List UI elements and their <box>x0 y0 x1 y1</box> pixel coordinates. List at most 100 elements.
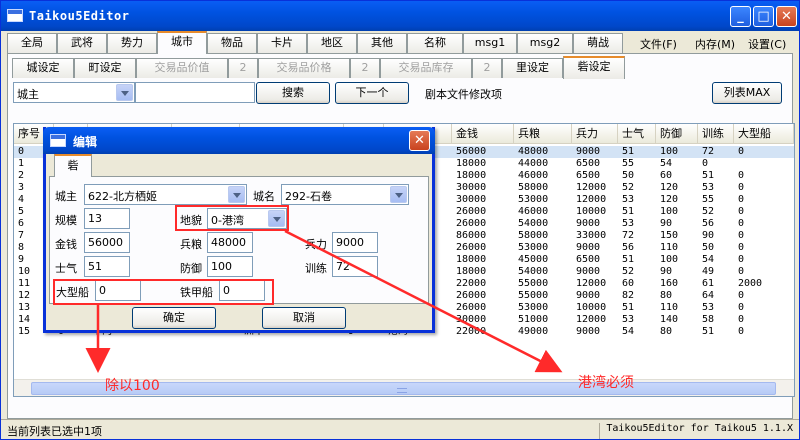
table-cell: 10000 <box>576 302 607 313</box>
table-cell: 51 <box>702 170 715 181</box>
sub-tab[interactable]: 城设定 <box>12 58 74 78</box>
column-header[interactable]: 训练 <box>698 124 734 144</box>
list-max-button[interactable]: 列表MAX <box>712 82 782 104</box>
table-cell: 54000 <box>518 218 549 229</box>
table-cell: 52 <box>622 266 635 277</box>
table-cell: 9000 <box>576 218 601 229</box>
table-cell: 22000 <box>456 278 487 289</box>
lord-select[interactable]: 622-北方栖姬 <box>84 184 247 205</box>
status-selection: 当前列表已选中1项 <box>7 425 102 438</box>
troops-input[interactable]: 9000 <box>332 232 378 253</box>
main-tab[interactable]: 地区 <box>307 33 357 53</box>
table-cell: 53000 <box>518 302 549 313</box>
sub-tab[interactable]: 交易品价值 <box>136 58 228 78</box>
table-cell: 30000 <box>456 182 487 193</box>
city-name-select[interactable]: 292-石卷 <box>281 184 409 205</box>
table-cell: 6500 <box>576 170 601 181</box>
money-input[interactable]: 56000 <box>84 232 130 253</box>
table-cell: 58 <box>702 314 715 325</box>
table-cell: 9000 <box>576 146 601 157</box>
table-cell: 26000 <box>456 242 487 253</box>
table-cell: 51000 <box>518 314 549 325</box>
table-cell: 60 <box>622 278 635 289</box>
training-input[interactable]: 72 <box>332 256 378 277</box>
chevron-down-icon[interactable] <box>116 84 133 101</box>
menu-memory[interactable]: 内存(M) <box>695 36 735 52</box>
sub-tab[interactable]: 里设定 <box>502 58 563 78</box>
sub-tab[interactable]: 2 <box>472 58 502 78</box>
table-cell: 53000 <box>518 242 549 253</box>
main-tab[interactable]: 全局 <box>7 33 57 53</box>
search-button[interactable]: 搜索 <box>256 82 330 104</box>
table-cell: 55 <box>702 194 715 205</box>
table-cell: 53 <box>702 182 715 193</box>
table-cell: 49 <box>702 266 715 277</box>
column-header[interactable]: 金钱 <box>452 124 514 144</box>
divide-note: 除以100 <box>105 378 160 394</box>
sub-tab[interactable]: 2 <box>228 58 258 78</box>
table-cell: 26000 <box>456 290 487 301</box>
next-button[interactable]: 下一个 <box>335 82 409 104</box>
table-cell: 9000 <box>576 266 601 277</box>
scale-input[interactable]: 13 <box>84 208 130 229</box>
table-cell: 53 <box>622 218 635 229</box>
menu-settings[interactable]: 设置(C) <box>748 36 786 52</box>
column-header[interactable]: 兵力 <box>572 124 618 144</box>
defense-input[interactable]: 100 <box>207 256 253 277</box>
table-cell: 90 <box>702 230 715 241</box>
table-cell: 18000 <box>456 254 487 265</box>
table-cell: 110 <box>660 242 679 253</box>
main-tab[interactable]: msg1 <box>463 33 517 53</box>
main-tab[interactable]: 城市 <box>157 31 207 54</box>
food-input[interactable]: 48000 <box>207 232 253 253</box>
table-cell: 140 <box>660 314 679 325</box>
minimize-button[interactable]: _ <box>730 6 751 27</box>
food-label: 兵粮 <box>180 238 202 251</box>
table-cell: 82 <box>622 290 635 301</box>
table-cell: 80 <box>660 290 673 301</box>
menu-file[interactable]: 文件(F) <box>640 36 677 52</box>
column-header[interactable]: 士气 <box>618 124 656 144</box>
table-cell: 56 <box>702 218 715 229</box>
sub-tab[interactable]: 町设定 <box>74 58 136 78</box>
table-cell: 33000 <box>576 230 607 241</box>
column-header[interactable]: 防御 <box>656 124 698 144</box>
search-input[interactable] <box>135 82 255 103</box>
sub-tab[interactable]: 交易品价格 <box>258 58 350 78</box>
dialog-tab-fort[interactable]: 砦 <box>54 154 92 177</box>
filter-field-select[interactable]: 城主 <box>13 82 135 103</box>
defense-label: 防御 <box>180 262 202 275</box>
table-cell: 51 <box>622 146 635 157</box>
main-tab[interactable]: 名称 <box>407 33 463 53</box>
main-tab[interactable]: 萌战 <box>573 33 623 53</box>
table-cell: 60 <box>660 170 673 181</box>
money-label: 金钱 <box>55 238 77 251</box>
ok-button[interactable]: 确定 <box>132 307 216 329</box>
chevron-down-icon[interactable] <box>390 186 407 203</box>
column-header[interactable]: 兵粮 <box>514 124 572 144</box>
sub-tab[interactable]: 交易品库存 <box>380 58 472 78</box>
table-cell: 55 <box>622 158 635 169</box>
title-bar[interactable]: Taikou5Editor _ □ ✕ <box>1 1 799 31</box>
sub-tab[interactable]: 2 <box>350 58 380 78</box>
main-tab[interactable]: msg2 <box>517 33 573 53</box>
table-cell: 53 <box>702 302 715 313</box>
dialog-title-bar[interactable]: 编辑 ✕ <box>43 127 435 154</box>
sub-tab[interactable]: 砦设定 <box>563 56 625 79</box>
maximize-button[interactable]: □ <box>753 6 774 27</box>
close-button[interactable]: ✕ <box>776 6 797 27</box>
main-tab[interactable]: 势力 <box>107 33 157 53</box>
table-cell: 18000 <box>456 266 487 277</box>
main-tab[interactable]: 其他 <box>357 33 407 53</box>
morale-input[interactable]: 51 <box>84 256 130 277</box>
main-tab[interactable]: 武将 <box>57 33 107 53</box>
cancel-button[interactable]: 取消 <box>262 307 346 329</box>
column-header[interactable]: 大型船 <box>734 124 794 144</box>
table-cell: 0 <box>738 254 745 265</box>
main-tab[interactable]: 物品 <box>207 33 257 53</box>
table-cell <box>734 158 794 170</box>
chevron-down-icon[interactable] <box>228 186 245 203</box>
dialog-close-icon[interactable]: ✕ <box>409 130 430 151</box>
main-tab[interactable]: 卡片 <box>257 33 307 53</box>
city-name-label: 城名 <box>253 190 275 203</box>
